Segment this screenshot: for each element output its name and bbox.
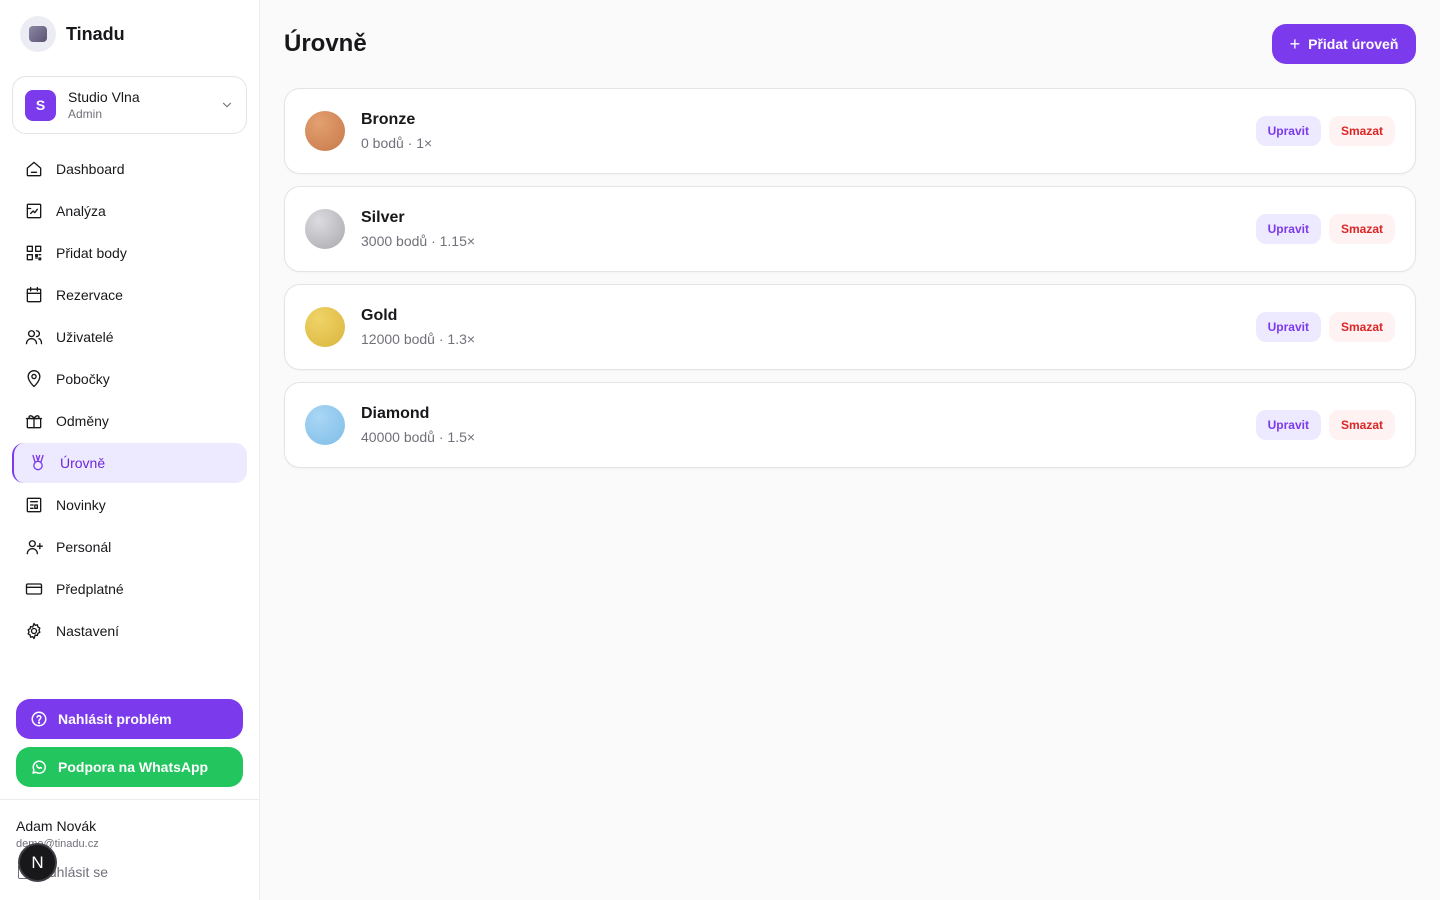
level-meta: 0 bodů · 1×	[361, 135, 433, 151]
level-card: Diamond 40000 bodů · 1.5× Upravit Smazat	[284, 382, 1416, 468]
credit-card-icon	[25, 583, 43, 595]
sidebar-item-personal[interactable]: Personál	[12, 527, 247, 567]
level-meta: 12000 bodů · 1.3×	[361, 331, 476, 347]
level-name: Bronze	[361, 111, 416, 128]
sidebar: Tinadu S Studio Vlna Admin Dashboard Anal…	[0, 0, 260, 900]
level-name: Diamond	[361, 405, 430, 422]
sidebar-item-label: Předplatné	[56, 581, 124, 597]
sidebar-nav: Dashboard Analýza Přidat body Rezervace Uživ…	[12, 149, 247, 653]
edit-level-button[interactable]: Upravit	[1255, 410, 1321, 440]
help-circle-icon	[31, 711, 47, 727]
gear-icon	[27, 622, 41, 640]
sidebar-item-label: Přidat body	[56, 245, 127, 261]
map-pin-icon	[27, 370, 41, 388]
level-card: Silver 3000 bodů · 1.15× Upravit Smazat	[284, 186, 1416, 272]
gift-icon	[25, 415, 43, 429]
main-content: Úrovně + Přidat úroveň Bronze 0 bodů · 1×…	[260, 0, 1440, 900]
whatsapp-support-label: Podpora na WhatsApp	[58, 759, 209, 775]
level-color-dot	[305, 111, 345, 151]
qr-code-icon	[26, 245, 42, 261]
edit-level-button[interactable]: Upravit	[1255, 312, 1321, 342]
delete-level-button[interactable]: Smazat	[1328, 410, 1395, 440]
add-level-label: Přidat úroveň	[1308, 36, 1399, 52]
users-icon	[25, 330, 43, 345]
org-avatar: S	[25, 89, 56, 121]
brand-logo	[20, 16, 56, 52]
sidebar-item-label: Personál	[56, 539, 112, 555]
user-plus-icon	[26, 540, 43, 555]
sidebar-item-uzivatele[interactable]: Uživatelé	[12, 317, 247, 357]
sidebar-item-nastaveni[interactable]: Nastavení	[12, 611, 247, 651]
sidebar-item-label: Uživatelé	[56, 329, 114, 345]
sidebar-item-label: Rezervace	[56, 287, 123, 303]
edit-level-button[interactable]: Upravit	[1255, 116, 1321, 146]
level-color-dot	[305, 209, 345, 249]
brand[interactable]: Tinadu	[20, 16, 125, 52]
level-color-dot	[305, 405, 345, 445]
sidebar-item-label: Nastavení	[56, 623, 120, 639]
whatsapp-icon	[32, 760, 46, 774]
level-meta: 3000 bodů · 1.15×	[361, 233, 476, 249]
org-name: Studio Vlna	[68, 89, 140, 105]
sidebar-divider	[0, 799, 260, 800]
level-name: Gold	[361, 307, 398, 324]
whatsapp-support-button[interactable]: Podpora na WhatsApp	[16, 747, 243, 787]
chart-icon	[26, 203, 42, 219]
sidebar-item-rezervace[interactable]: Rezervace	[12, 275, 247, 315]
org-switcher[interactable]: S Studio Vlna Admin	[12, 76, 247, 134]
level-name: Silver	[361, 209, 405, 226]
chevron-down-icon	[222, 102, 232, 108]
page-title: Úrovně	[284, 30, 367, 57]
sidebar-item-label: Pobočky	[56, 371, 110, 387]
sidebar-item-pobocky[interactable]: Pobočky	[12, 359, 247, 399]
delete-level-button[interactable]: Smazat	[1328, 312, 1395, 342]
level-list: Bronze 0 bodů · 1× Upravit Smazat Silver 3000…	[284, 88, 1416, 480]
sidebar-item-pridat-body[interactable]: Přidat body	[12, 233, 247, 273]
medal-icon	[32, 454, 44, 471]
sidebar-item-label: Úrovně	[60, 455, 106, 471]
org-role: Admin	[68, 107, 103, 121]
sidebar-item-label: Odměny	[56, 413, 109, 429]
dev-badge[interactable]: N	[18, 843, 57, 882]
newspaper-icon	[26, 497, 42, 513]
level-meta: 40000 bodů · 1.5×	[361, 429, 476, 445]
level-card: Gold 12000 bodů · 1.3× Upravit Smazat	[284, 284, 1416, 370]
edit-level-button[interactable]: Upravit	[1255, 214, 1321, 244]
user-name: Adam Novák	[16, 818, 97, 834]
report-problem-label: Nahlásit problém	[58, 711, 172, 727]
calendar-icon	[26, 286, 42, 303]
level-color-dot	[305, 307, 345, 347]
delete-level-button[interactable]: Smazat	[1328, 214, 1395, 244]
sidebar-item-dashboard[interactable]: Dashboard	[12, 149, 247, 189]
sidebar-item-urovne[interactable]: Úrovně	[12, 443, 247, 483]
home-icon	[26, 161, 42, 177]
sidebar-item-novinky[interactable]: Novinky	[12, 485, 247, 525]
report-problem-button[interactable]: Nahlásit problém	[16, 699, 243, 739]
sidebar-item-label: Novinky	[56, 497, 106, 513]
brand-name: Tinadu	[66, 23, 125, 44]
delete-level-button[interactable]: Smazat	[1328, 116, 1395, 146]
level-card: Bronze 0 bodů · 1× Upravit Smazat	[284, 88, 1416, 174]
sidebar-item-label: Dashboard	[56, 161, 125, 177]
sidebar-item-label: Analýza	[56, 203, 106, 219]
sidebar-item-analyza[interactable]: Analýza	[12, 191, 247, 231]
sidebar-item-odmeny[interactable]: Odměny	[12, 401, 247, 441]
sidebar-item-predplatne[interactable]: Předplatné	[12, 569, 247, 609]
plus-icon: +	[1289, 34, 1301, 54]
add-level-button[interactable]: + Přidat úroveň	[1272, 24, 1416, 64]
